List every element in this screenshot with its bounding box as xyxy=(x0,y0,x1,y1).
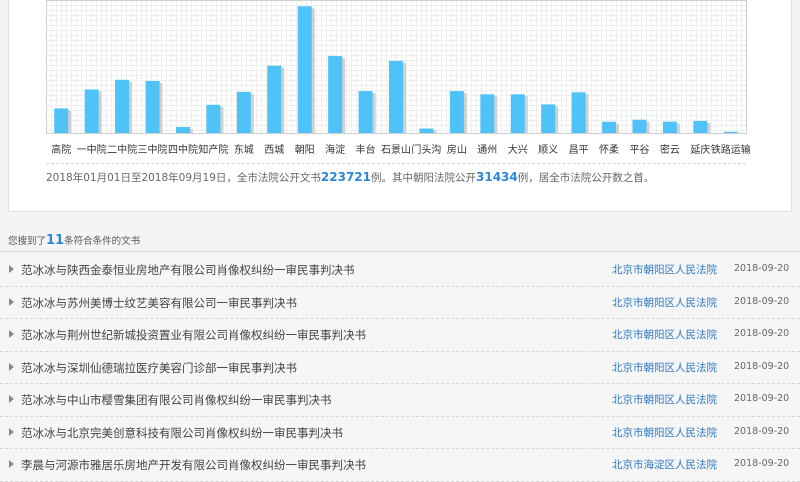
results-suffix: 条符合条件的文书 xyxy=(64,236,141,247)
document-date: 2018-09-20 xyxy=(734,425,790,437)
chart-tick-label: 大兴 xyxy=(508,143,528,156)
list-item[interactable]: 范冰冰与北京完美创意科技有限公司肖像权纠纷一审民事判决书 北京市朝阳区人民法院 20… xyxy=(0,416,800,449)
summary-divider xyxy=(46,163,746,164)
document-title-link[interactable]: 李晨与河源市雅居乐房地产开发有限公司肖像权纠纷一审民事判决书 xyxy=(21,457,366,473)
chart-bar[interactable] xyxy=(693,120,708,133)
list-item[interactable]: 范冰冰与陕西金泰恒业房地产有限公司肖像权纠纷一审民事判决书 北京市朝阳区人民法院 2… xyxy=(0,254,800,287)
document-title-link[interactable]: 范冰冰与中山市樱雪集团有限公司肖像权纠纷一审民事判决书 xyxy=(21,392,332,408)
court-link[interactable]: 北京市朝阳区人民法院 xyxy=(612,392,717,407)
caret-right-icon xyxy=(9,395,14,403)
caret-right-icon xyxy=(9,297,14,306)
results-prefix: 您搜到了 xyxy=(8,236,47,247)
chart-bar[interactable] xyxy=(115,79,130,133)
chart-bar[interactable] xyxy=(510,94,525,133)
chart-bar[interactable] xyxy=(145,81,160,133)
chart-tick-label: 二中院 xyxy=(107,143,137,156)
court-link[interactable]: 北京市朝阳区人民法院 xyxy=(612,425,717,440)
chart-tick-label: 丰台 xyxy=(356,143,376,156)
results-count: 11 xyxy=(46,233,65,248)
chart-bar[interactable] xyxy=(449,91,464,133)
chart-tick-label: 朝阳 xyxy=(295,144,315,156)
court-link[interactable]: 北京市朝阳区人民法院 xyxy=(612,295,717,310)
chart-bar[interactable] xyxy=(419,128,434,133)
caret-right-icon xyxy=(9,362,14,371)
caret-right-icon xyxy=(9,460,14,468)
chart-tick-label: 通州 xyxy=(477,144,497,156)
chart-bar[interactable] xyxy=(328,56,343,133)
chart-tick-label: 高院 xyxy=(51,143,71,156)
chart-tick-label: 怀柔 xyxy=(599,144,619,156)
chart-tick-label: 平谷 xyxy=(629,144,649,156)
document-title-link[interactable]: 范冰冰与苏州美博士纹艺美容有限公司一审民事判决书 xyxy=(21,295,297,311)
list-item[interactable]: 范冰冰与荆州世纪新城投资置业有限公司肖像权纠纷一审民事判决书 北京市朝阳区人民法院… xyxy=(0,319,800,352)
chart-tick-label: 顺义 xyxy=(538,144,558,156)
chart-bar[interactable] xyxy=(480,94,495,133)
chart-tick-label: 知产院 xyxy=(198,143,228,156)
chart-bar[interactable] xyxy=(297,6,312,134)
caret-right-icon xyxy=(9,330,14,338)
court-bar-chart: 高院 一中院 二中院 三中院 四中院 知产院 东城 西城 朝阳 海淀 丰台 石景山 门头沟 房山 通州 大兴顺… xyxy=(46,0,751,156)
chart-bar[interactable] xyxy=(571,92,586,133)
document-date: 2018-09-20 xyxy=(734,328,790,339)
chart-tick-label: 密云 xyxy=(660,143,680,156)
list-item[interactable]: 李晨与河源市雅居乐房地产开发有限公司肖像权纠纷一审民事判决书 北京市海淀区人民法院… xyxy=(0,449,800,482)
document-date: 2018-09-20 xyxy=(734,458,790,469)
chart-tick-label: 铁路运输 xyxy=(711,143,751,156)
court-link[interactable]: 北京市朝阳区人民法院 xyxy=(612,327,717,342)
chart-bar[interactable] xyxy=(602,121,617,133)
chart-bar[interactable] xyxy=(267,65,282,133)
chart-tick-label: 西城 xyxy=(264,144,284,156)
caret-right-icon xyxy=(9,265,14,273)
chart-tick-label: 昌平 xyxy=(569,144,589,156)
chart-bar[interactable] xyxy=(723,131,738,133)
chart-bar[interactable] xyxy=(84,89,99,133)
chart-tick-label: 房山 xyxy=(447,143,467,156)
court-link[interactable]: 北京市朝阳区人民法院 xyxy=(612,360,717,375)
chart-bar[interactable] xyxy=(541,104,556,133)
summary-chaoyang: 31434 xyxy=(476,170,518,184)
document-date: 2018-09-20 xyxy=(734,360,790,372)
chart-tick-label: 海淀 xyxy=(325,143,345,156)
court-link[interactable]: 北京市海淀区人民法院 xyxy=(612,457,717,472)
summary-part3: 例，居全市法院公开数之首。 xyxy=(517,172,655,184)
document-date: 2018-09-20 xyxy=(734,295,790,307)
chart-tick-label: 三中院 xyxy=(138,143,168,156)
list-item[interactable]: 范冰冰与中山市樱雪集团有限公司肖像权纠纷一审民事判决书 北京市朝阳区人民法院 201… xyxy=(0,384,800,417)
results-divider xyxy=(0,251,800,252)
document-title-link[interactable]: 范冰冰与北京完美创意科技有限公司肖像权纠纷一审民事判决书 xyxy=(21,425,343,441)
chart-bar[interactable] xyxy=(236,91,251,133)
chart-tick-label: 石景山 xyxy=(381,144,411,156)
chart-bar[interactable] xyxy=(175,126,190,133)
chart-tick-label: 延庆 xyxy=(690,143,710,156)
summary-total: 223721 xyxy=(320,170,371,184)
chart-bar[interactable] xyxy=(54,108,69,133)
results-list: 范冰冰与陕西金泰恒业房地产有限公司肖像权纠纷一审民事判决书 北京市朝阳区人民法院 2… xyxy=(0,254,800,482)
summary-part2: 例。其中朝阳法院公开 xyxy=(371,172,476,184)
document-title-link[interactable]: 范冰冰与陕西金泰恒业房地产有限公司肖像权纠纷一审民事判决书 xyxy=(21,262,355,278)
chart-tick-label: 四中院 xyxy=(168,143,198,156)
court-link[interactable]: 北京市朝阳区人民法院 xyxy=(612,262,717,277)
chart-tick-label: 东城 xyxy=(234,143,254,156)
chart-bar[interactable] xyxy=(358,91,373,133)
document-title-link[interactable]: 范冰冰与荆州世纪新城投资置业有限公司肖像权纠纷一审民事判决书 xyxy=(21,327,366,343)
results-count-header: 您搜到了11条符合条件的文书 xyxy=(8,233,140,248)
chart-tick-label: 一中院 xyxy=(77,143,107,156)
document-date: 2018-09-20 xyxy=(734,263,790,274)
chart-bar[interactable] xyxy=(662,121,677,133)
chart-bar[interactable] xyxy=(632,119,647,133)
summary-part1: 2018年01月01日至2018年09月19日，全市法院公开文书 xyxy=(46,172,321,184)
chart-bar[interactable] xyxy=(389,60,403,134)
chart-bar[interactable] xyxy=(206,104,221,133)
list-item[interactable]: 范冰冰与深圳仙德瑞拉医疗美容门诊部一审民事判决书 北京市朝阳区人民法院 2018-0… xyxy=(0,351,800,384)
document-title-link[interactable]: 范冰冰与深圳仙德瑞拉医疗美容门诊部一审民事判决书 xyxy=(21,360,297,376)
chart-tick-label: 门头沟 xyxy=(411,143,441,156)
summary-text: 2018年01月01日至2018年09月19日，全市法院公开文书223721例。… xyxy=(46,170,654,185)
document-date: 2018-09-20 xyxy=(734,393,790,404)
caret-right-icon xyxy=(9,427,14,436)
list-item[interactable]: 范冰冰与苏州美博士纹艺美容有限公司一审民事判决书 北京市朝阳区人民法院 2018-0… xyxy=(0,286,800,319)
